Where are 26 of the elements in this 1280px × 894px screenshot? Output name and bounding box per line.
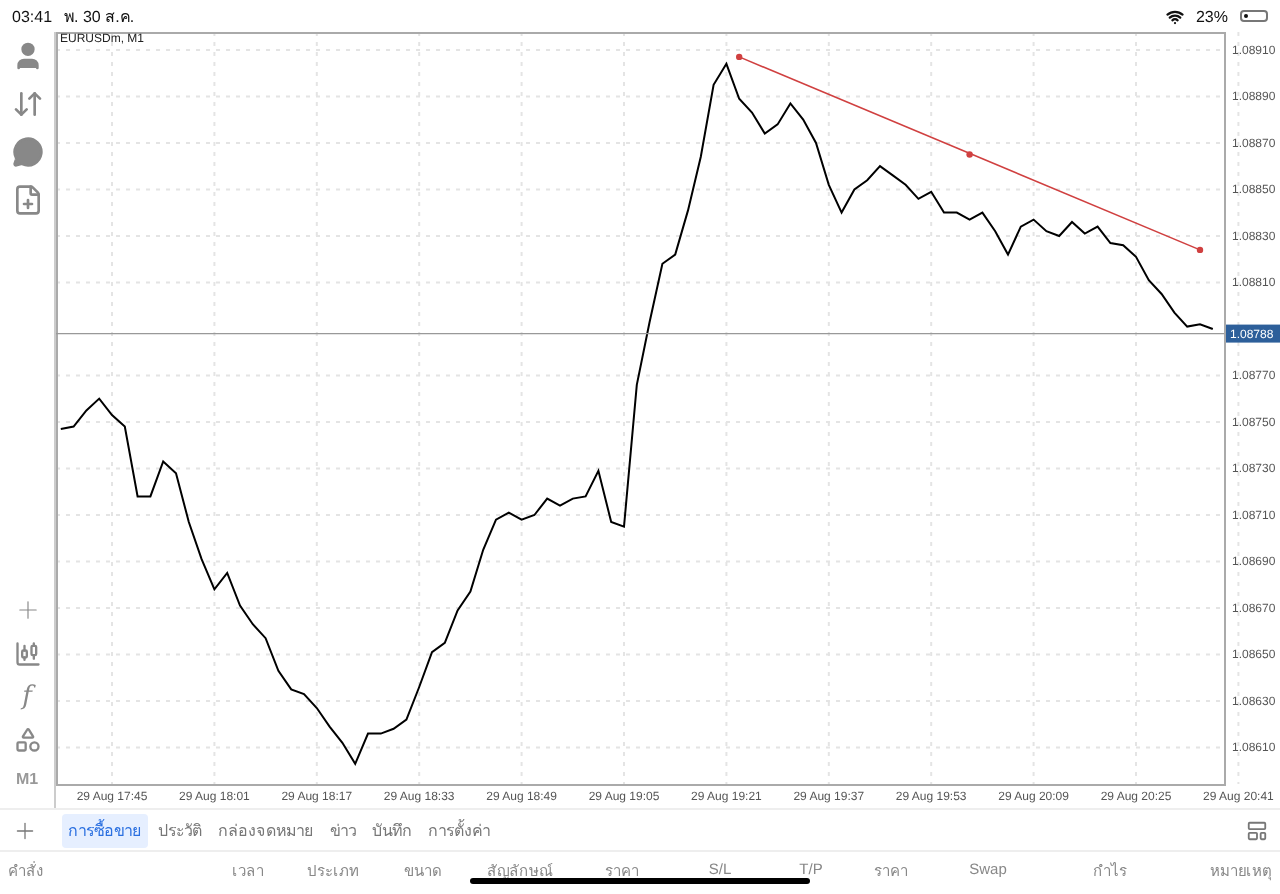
battery-icon	[1240, 10, 1268, 22]
clock-time: 03:41	[12, 7, 53, 25]
account-icon[interactable]	[11, 40, 43, 72]
point	[1196, 246, 1204, 254]
objects-icon[interactable]	[13, 726, 41, 754]
trend-line[interactable]	[736, 53, 1204, 254]
point	[736, 53, 743, 61]
tab[interactable]: การซื้อขาย	[62, 813, 148, 847]
tab[interactable]: ข่าว	[324, 813, 362, 847]
battery-percent: 23%	[1195, 7, 1228, 25]
add-icon[interactable]	[12, 817, 38, 843]
tab[interactable]: การตั้งค่า	[422, 813, 496, 847]
tab[interactable]: กล่องจดหมาย	[212, 813, 320, 847]
point	[966, 151, 973, 158]
new-document-icon[interactable]	[11, 184, 43, 216]
trade-arrows-icon[interactable]	[11, 88, 43, 120]
crosshair-icon[interactable]	[13, 596, 41, 624]
tab[interactable]: ประวัติ	[152, 813, 208, 847]
indicator-function[interactable]: f	[22, 684, 32, 710]
candlestick-icon[interactable]	[13, 640, 41, 668]
tab[interactable]: บันทึก	[366, 813, 418, 847]
date: พ. 30 ส.ค.	[64, 5, 135, 29]
timeframe-button[interactable]: M1	[15, 770, 39, 788]
wifi-icon	[1165, 7, 1184, 25]
chat-icon[interactable]	[11, 136, 43, 168]
layout-icon[interactable]	[1246, 819, 1268, 841]
